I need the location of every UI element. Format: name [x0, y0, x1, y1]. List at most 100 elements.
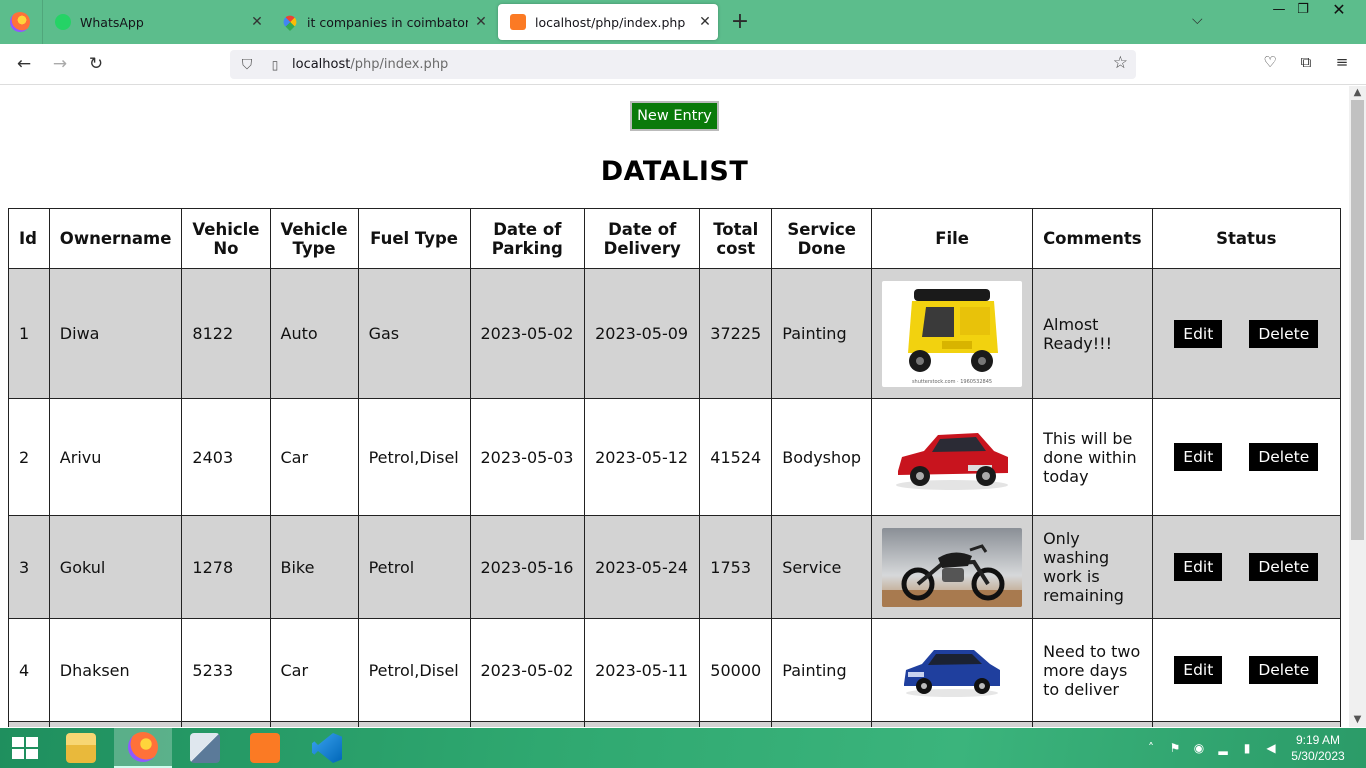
new-tab-button[interactable]: + [730, 10, 750, 34]
tab-whatsapp[interactable]: WhatsApp ✕ [42, 0, 270, 44]
column-header: Total cost [699, 208, 773, 269]
battery-icon[interactable]: ▮ [1236, 728, 1258, 768]
close-icon[interactable]: ✕ [244, 14, 270, 30]
cell-fuel-type: Petrol,Disel [357, 618, 471, 722]
chevron-down-icon[interactable]: ⌵ [1192, 12, 1203, 28]
tab-title: WhatsApp [80, 14, 144, 30]
cell-vehicle-no: 5233 [181, 618, 271, 722]
scroll-up-arrow-icon[interactable]: ▲ [1349, 86, 1366, 100]
cell-id: 3 [8, 515, 50, 619]
tab-google-search[interactable]: it companies in coimbatore for ✕ [270, 0, 494, 44]
close-icon[interactable]: ✕ [468, 14, 494, 30]
column-header: Date of Delivery [584, 208, 701, 269]
flag-icon[interactable]: ⚑ [1164, 728, 1186, 768]
url-host: localhost [292, 57, 351, 72]
edit-button[interactable]: Edit [1174, 553, 1223, 581]
url-bar[interactable]: ⛉ ▯ localhost/php/index.php ☆ [230, 50, 1136, 79]
cell-vehicle-type: Auto [269, 268, 359, 399]
column-header: Ownername [48, 208, 183, 269]
cell-vehicle-no: 1278 [181, 515, 271, 619]
cell-status: Edit Delete [1151, 268, 1342, 399]
close-window-icon[interactable]: ✕ [1326, 0, 1352, 22]
cell-service: Painting [771, 618, 873, 722]
cell-vehicle-type: Car [269, 618, 359, 722]
pocket-icon[interactable]: ♡ [1259, 53, 1281, 71]
edit-button[interactable]: Edit [1174, 656, 1223, 684]
red-hatchback-car-image [882, 421, 1023, 493]
cell-owner: Diwa [48, 268, 183, 399]
cell-owner: Dhaksen [48, 618, 183, 722]
clock-time: 9:19 AM [1295, 733, 1341, 747]
hamburger-menu-icon[interactable]: ≡ [1331, 53, 1353, 71]
cell-status: Edit Delete [1151, 515, 1342, 619]
delete-button[interactable]: Delete [1249, 553, 1319, 581]
navigation-toolbar: ← → ↻ ⛉ ▯ localhost/php/index.php ☆ ♡ ⧉ … [0, 44, 1366, 85]
edit-button[interactable]: Edit [1174, 319, 1223, 348]
network-manager-icon[interactable] [176, 728, 234, 768]
cell-fuel-type: Petrol,Disel [357, 398, 471, 516]
cell-vehicle-no: 8122 [181, 268, 271, 399]
cell-total-cost: 37225 [699, 268, 773, 399]
cell-owner: Arivu [48, 398, 183, 516]
file-explorer-icon[interactable] [52, 728, 110, 768]
clock-date: 5/30/2023 [1291, 749, 1345, 763]
extensions-icon[interactable]: ⧉ [1295, 53, 1317, 71]
close-icon[interactable]: ✕ [692, 14, 718, 30]
column-header: Fuel Type [357, 208, 471, 269]
shield-icon[interactable]: ⛉ [236, 57, 258, 73]
table-row: 1 Diwa 8122 Auto Gas 2023-05-02 2023-05-… [8, 268, 1342, 399]
forward-arrow-icon[interactable]: → [48, 52, 72, 76]
url-path: /php/index.php [350, 57, 449, 72]
vscode-icon[interactable] [298, 728, 356, 768]
cell-file: shutterstock.com · 1960532845 [871, 268, 1034, 399]
page-content: New Entry DATALIST Id Ownername Vehicle … [0, 86, 1349, 727]
cell-parking-date: 2023-05-02 [469, 268, 586, 399]
tab-title: it companies in coimbatore for [307, 14, 468, 30]
volume-icon[interactable]: ◀ [1260, 728, 1282, 768]
firefox-icon[interactable] [114, 728, 172, 768]
image-caption: shutterstock.com · 1960532845 [912, 379, 992, 385]
vertical-scrollbar[interactable]: ▲ ▼ [1349, 86, 1366, 727]
system-clock[interactable]: 9:19 AM 5/30/2023 [1286, 732, 1350, 764]
column-header: File [871, 208, 1034, 269]
data-table: Id Ownername Vehicle No Vehicle Type Fue… [8, 208, 1342, 727]
windows-taskbar: ˄ ⚑ ◉ ▂ ▮ ◀ 9:19 AM 5/30/2023 [0, 728, 1366, 768]
chrome-icon[interactable]: ◉ [1188, 728, 1210, 768]
column-header: Service Done [771, 208, 873, 269]
table-row: 4 Dhaksen 5233 Car Petrol,Disel 2023-05-… [8, 618, 1342, 722]
cell-file [871, 515, 1034, 619]
minimize-icon[interactable]: — [1266, 0, 1292, 22]
delete-button[interactable]: Delete [1249, 656, 1319, 684]
cell-id: 4 [8, 618, 50, 722]
back-arrow-icon[interactable]: ← [12, 52, 36, 76]
page-title: DATALIST [600, 156, 749, 187]
new-entry-button[interactable]: New Entry [630, 101, 719, 131]
scroll-down-arrow-icon[interactable]: ▼ [1349, 713, 1366, 727]
cell-file [871, 398, 1034, 516]
restore-icon[interactable]: ❐ [1290, 0, 1316, 22]
tray-overflow-icon[interactable]: ˄ [1140, 728, 1162, 768]
tab-localhost[interactable]: localhost/php/index.php ✕ [498, 4, 718, 40]
edit-button[interactable]: Edit [1174, 443, 1223, 471]
xampp-icon[interactable] [236, 728, 294, 768]
network-signal-icon[interactable]: ▂ [1212, 728, 1234, 768]
bookmark-star-icon[interactable]: ☆ [1113, 53, 1128, 73]
cell-service: Painting [771, 268, 873, 399]
windows-start-icon[interactable] [12, 737, 38, 759]
cell-comments: Almost Ready!!! [1032, 268, 1153, 399]
google-maps-icon [280, 12, 300, 32]
column-header: Comments [1032, 208, 1153, 269]
reload-icon[interactable]: ↻ [84, 52, 108, 76]
cell-total-cost: 50000 [699, 618, 773, 722]
scroll-thumb[interactable] [1351, 100, 1364, 540]
cell-delivery-date: 2023-05-12 [584, 398, 701, 516]
xampp-icon [510, 14, 526, 30]
page-icon[interactable]: ▯ [264, 58, 286, 72]
firefox-view-icon[interactable] [10, 12, 30, 32]
delete-button[interactable]: Delete [1249, 319, 1319, 348]
table-row [8, 721, 1342, 727]
cell-service: Service [771, 515, 873, 619]
cell-total-cost: 1753 [699, 515, 773, 619]
whatsapp-icon [55, 14, 71, 30]
delete-button[interactable]: Delete [1249, 443, 1319, 471]
